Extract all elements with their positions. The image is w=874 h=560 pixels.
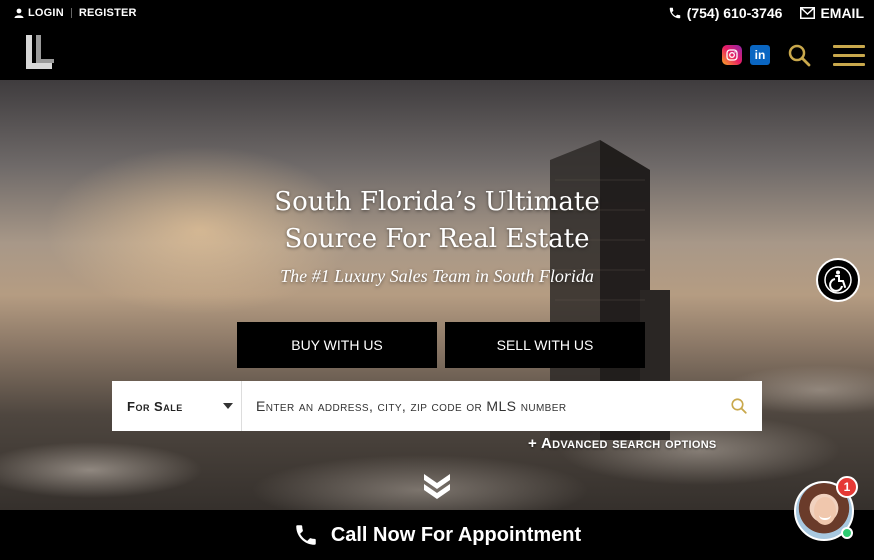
search-icon[interactable] (787, 43, 811, 72)
buy-with-us-button[interactable]: BUY WITH US (237, 322, 437, 368)
online-status-dot (841, 527, 853, 539)
social-links: in (722, 45, 770, 65)
instagram-icon[interactable] (722, 45, 742, 65)
email-link[interactable]: EMAIL (800, 5, 864, 21)
register-link[interactable]: REGISTER (79, 7, 137, 19)
listing-type-value: For Sale (127, 398, 183, 414)
mail-icon (800, 7, 816, 19)
sell-with-us-button[interactable]: SELL WITH US (445, 322, 645, 368)
top-header: LOGIN REGISTER (754) 610-3746 EMAIL in (0, 0, 874, 80)
hamburger-menu-icon[interactable] (833, 45, 865, 67)
double-chevron-down-icon[interactable] (421, 471, 453, 501)
hero-subtitle: The #1 Luxury Sales Team in South Florid… (280, 266, 594, 286)
divider (70, 8, 72, 18)
contact-links: (754) 610-3746 EMAIL (650, 5, 864, 21)
phone-link[interactable]: (754) 610-3746 (668, 5, 783, 21)
avatar-face (814, 497, 836, 525)
call-now-bar[interactable]: Call Now For Appointment (0, 510, 874, 560)
user-icon (14, 8, 24, 18)
accessibility-icon[interactable] (816, 258, 860, 302)
phone-icon (669, 7, 680, 19)
hero-title-line1: South Florida’s Ultimate (274, 187, 600, 217)
search-placeholder: Enter an address, city, zip code or MLS … (256, 398, 567, 414)
call-now-label: Call Now For Appointment (330, 523, 582, 546)
site-logo[interactable] (22, 33, 58, 73)
chat-notification-badge: 1 (836, 476, 858, 498)
login-link[interactable]: LOGIN (28, 7, 64, 19)
listing-type-select[interactable]: For Sale (112, 381, 242, 431)
caret-down-icon (223, 403, 233, 409)
hero-title-line2: Source For Real Estate (284, 224, 590, 254)
advanced-search-link[interactable]: + Advanced search options (528, 435, 717, 452)
property-search-bar: For Sale Enter an address, city, zip cod… (112, 381, 762, 431)
auth-links: LOGIN REGISTER (14, 7, 137, 19)
hero-banner: South Florida’s Ultimate Source For Real… (0, 80, 874, 510)
search-icon[interactable] (730, 397, 748, 415)
hero-title: South Florida’s Ultimate Source For Real… (0, 184, 874, 258)
email-label: EMAIL (820, 5, 864, 21)
phone-icon (296, 525, 316, 545)
linkedin-icon[interactable]: in (750, 45, 770, 65)
search-input[interactable]: Enter an address, city, zip code or MLS … (242, 381, 762, 431)
phone-number: (754) 610-3746 (686, 5, 783, 21)
